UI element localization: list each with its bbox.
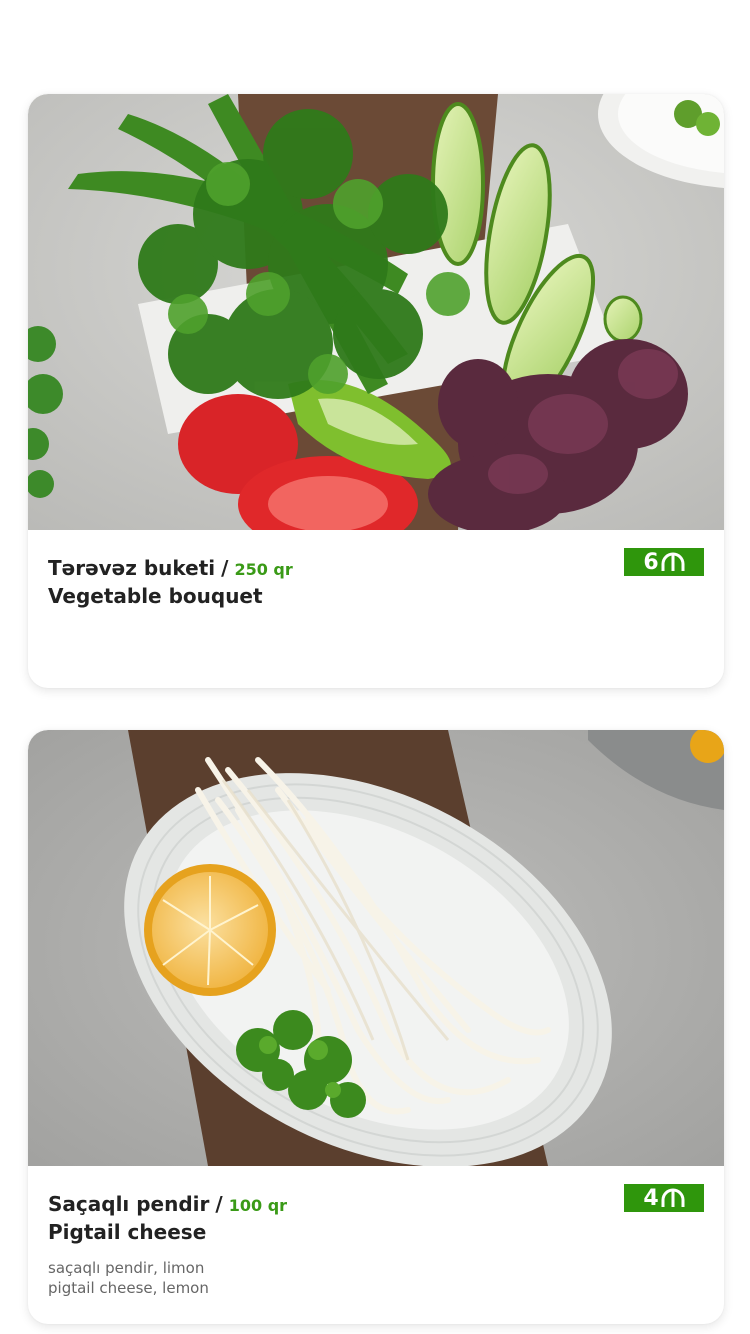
dish-name-en: Vegetable bouquet <box>48 584 263 608</box>
menu-item-title-line: Saçaqlı pendir / 100 qr <box>48 1192 704 1216</box>
dish-name-az: Tərəvəz buketi <box>48 556 216 580</box>
vegetable-bouquet-photo <box>28 94 724 530</box>
dish-name-az: Saçaqlı pendir <box>48 1192 210 1216</box>
menu-item-info: Tərəvəz buketi / 250 qr Vegetable bouque… <box>28 530 724 608</box>
name-separator: / <box>221 556 229 580</box>
ingredients-list: saçaqlı pendir, limon pigtail cheese, le… <box>48 1258 704 1298</box>
menu-item-card[interactable]: Tərəvəz buketi / 250 qr Vegetable bouque… <box>28 94 724 688</box>
ingredients-en: pigtail cheese, lemon <box>48 1279 209 1297</box>
manat-icon <box>661 552 685 572</box>
ingredients-az: saçaqlı pendir, limon <box>48 1259 205 1277</box>
dish-name-en: Pigtail cheese <box>48 1220 207 1244</box>
name-separator: / <box>215 1192 223 1216</box>
manat-icon <box>661 1188 685 1208</box>
price-value: 6 <box>643 549 659 575</box>
price-badge: 4 <box>624 1184 704 1212</box>
dish-weight: 250 qr <box>234 560 293 579</box>
menu-item-title-line: Tərəvəz buketi / 250 qr <box>48 556 704 580</box>
menu-item-card[interactable]: Saçaqlı pendir / 100 qr Pigtail cheese s… <box>28 730 724 1324</box>
menu-page: Tərəvəz buketi / 250 qr Vegetable bouque… <box>0 0 750 1334</box>
dish-weight: 100 qr <box>228 1196 288 1215</box>
pigtail-cheese-photo <box>28 730 724 1166</box>
menu-item-info: Saçaqlı pendir / 100 qr Pigtail cheese s… <box>28 1166 724 1298</box>
price-value: 4 <box>643 1185 659 1211</box>
price-badge: 6 <box>624 548 704 576</box>
